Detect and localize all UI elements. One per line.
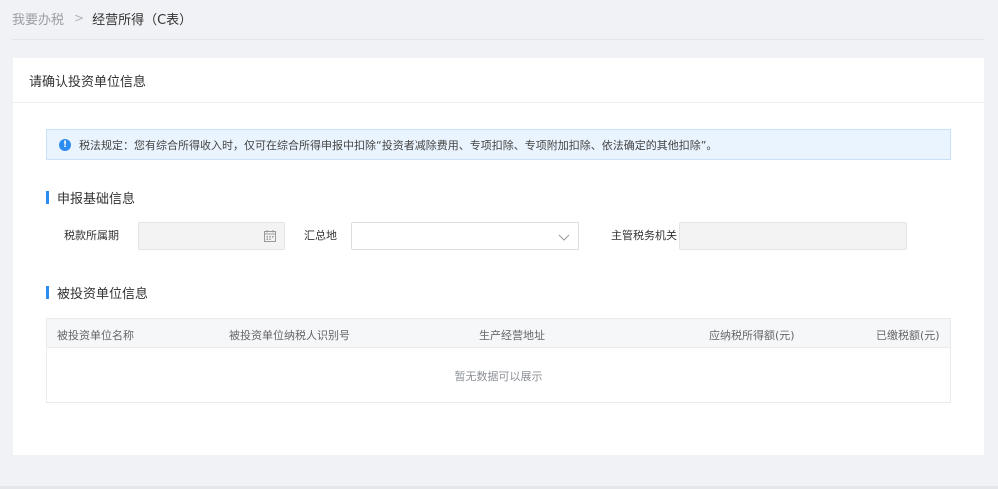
- table-header: 被投资单位名称 被投资单位纳税人识别号 生产经营地址 应纳税所得额(元) 已缴税…: [47, 319, 950, 348]
- tax-period-field[interactable]: [138, 222, 285, 250]
- breadcrumb-home-link[interactable]: 我要办税: [12, 9, 64, 28]
- confirm-investment-card: 请确认投资单位信息 ! 税法规定：您有综合所得收入时，仅可在综合所得申报中扣除“…: [13, 58, 984, 455]
- empty-state: 暂无数据可以展示: [454, 369, 543, 383]
- notice-text: 税法规定：您有综合所得收入时，仅可在综合所得申报中扣除“投资者减除费用、专项扣除…: [79, 138, 718, 152]
- section-accent-bar: [46, 191, 49, 204]
- column-header: 应纳税所得额(元): [709, 329, 795, 342]
- summary-place-select[interactable]: [351, 222, 579, 250]
- section-accent-bar: [46, 286, 49, 299]
- section-title-basic-info: 申报基础信息: [57, 192, 136, 207]
- breadcrumb-current: 经营所得（C表）: [92, 12, 193, 28]
- section-basic-info: 申报基础信息: [46, 188, 135, 207]
- tax-authority-label: 主管税务机关: [611, 229, 677, 242]
- column-header: 已缴税额(元): [876, 329, 940, 342]
- section-title-invested-units: 被投资单位信息: [57, 287, 149, 302]
- invested-units-table: 被投资单位名称 被投资单位纳税人识别号 生产经营地址 应纳税所得额(元) 已缴税…: [46, 318, 951, 403]
- basic-info-form: 税款所属期 汇总地 主管税务机关: [46, 222, 956, 250]
- column-header: 被投资单位名称: [57, 329, 134, 342]
- summary-place-label: 汇总地: [304, 229, 337, 242]
- calendar-icon[interactable]: [264, 230, 276, 242]
- breadcrumb: 我要办税 > 经营所得（C表）: [12, 8, 192, 28]
- tax-authority-field[interactable]: [679, 222, 907, 250]
- chevron-down-icon: [558, 234, 570, 241]
- section-invested-units: 被投资单位信息: [46, 283, 148, 302]
- column-header: 生产经营地址: [479, 329, 545, 342]
- column-header: 被投资单位纳税人识别号: [229, 329, 350, 342]
- breadcrumb-separator: >: [74, 11, 85, 25]
- info-icon: !: [59, 138, 71, 151]
- tax-period-label: 税款所属期: [64, 229, 119, 242]
- divider: [12, 39, 984, 40]
- top-bar: 我要办税 > 经营所得（C表）: [0, 0, 998, 40]
- card-title: 请确认投资单位信息: [13, 58, 984, 103]
- tax-rule-notice: ! 税法规定：您有综合所得收入时，仅可在综合所得申报中扣除“投资者减除费用、专项…: [46, 129, 951, 160]
